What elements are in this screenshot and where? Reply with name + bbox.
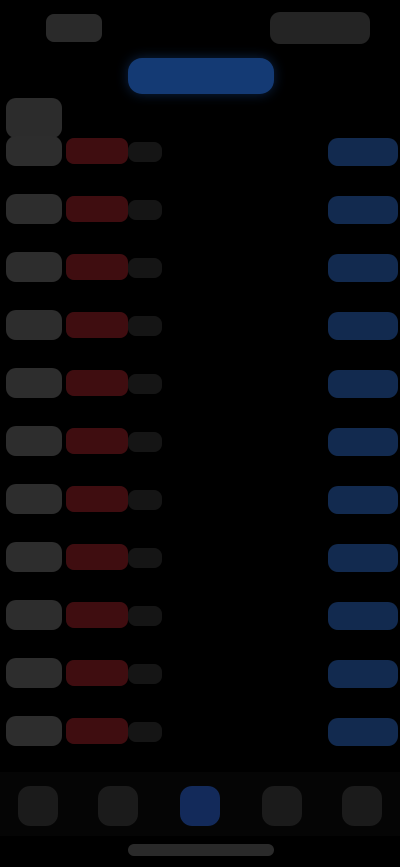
row-meta bbox=[128, 258, 162, 278]
tab-trade[interactable] bbox=[180, 786, 220, 826]
book-row[interactable] bbox=[0, 242, 400, 290]
sell-amount bbox=[66, 718, 128, 744]
buy-amount bbox=[328, 196, 398, 224]
row-label bbox=[6, 600, 62, 630]
buy-amount bbox=[328, 602, 398, 630]
row-label bbox=[6, 368, 62, 398]
book-row[interactable] bbox=[0, 416, 400, 464]
tab-profile[interactable] bbox=[342, 786, 382, 826]
row-meta bbox=[128, 548, 162, 568]
row-label bbox=[6, 658, 62, 688]
markets-icon bbox=[98, 786, 99, 787]
book-row[interactable] bbox=[0, 532, 400, 580]
tab-orders[interactable] bbox=[262, 786, 302, 826]
status-icons bbox=[270, 12, 370, 44]
row-meta bbox=[128, 722, 162, 742]
segment-label bbox=[128, 58, 129, 59]
row-label bbox=[6, 716, 62, 746]
status-time bbox=[46, 14, 102, 42]
book-row[interactable] bbox=[0, 706, 400, 754]
book-row[interactable] bbox=[0, 184, 400, 232]
buy-amount bbox=[328, 660, 398, 688]
sell-amount bbox=[66, 660, 128, 686]
book-row[interactable] bbox=[0, 648, 400, 696]
book-row[interactable] bbox=[0, 474, 400, 522]
sell-amount bbox=[66, 312, 128, 338]
status-bar bbox=[0, 0, 400, 56]
row-label bbox=[6, 252, 62, 282]
sell-amount bbox=[66, 544, 128, 570]
trade-icon bbox=[180, 786, 181, 787]
header bbox=[0, 56, 400, 100]
row-meta bbox=[128, 432, 162, 452]
book-row[interactable] bbox=[0, 358, 400, 406]
home-indicator[interactable] bbox=[128, 844, 274, 856]
home-icon bbox=[18, 786, 19, 787]
buy-amount bbox=[328, 370, 398, 398]
sell-amount bbox=[66, 254, 128, 280]
sell-amount bbox=[66, 486, 128, 512]
sell-amount bbox=[66, 602, 128, 628]
buy-amount bbox=[328, 138, 398, 166]
segment-toggle[interactable] bbox=[128, 58, 274, 94]
row-meta bbox=[128, 200, 162, 220]
book-row[interactable] bbox=[0, 300, 400, 348]
row-meta bbox=[128, 316, 162, 336]
row-meta bbox=[128, 374, 162, 394]
sell-amount bbox=[66, 196, 128, 222]
tab-bar bbox=[0, 772, 400, 836]
sell-amount bbox=[66, 138, 128, 164]
row-meta bbox=[128, 142, 162, 162]
buy-amount bbox=[328, 718, 398, 746]
tab-markets[interactable] bbox=[98, 786, 138, 826]
row-meta bbox=[128, 606, 162, 626]
buy-amount bbox=[328, 544, 398, 572]
row-meta bbox=[128, 490, 162, 510]
row-label bbox=[6, 484, 62, 514]
buy-amount bbox=[328, 428, 398, 456]
row-label bbox=[6, 426, 62, 456]
row-label bbox=[6, 542, 62, 572]
book-row[interactable] bbox=[0, 126, 400, 174]
book-row[interactable] bbox=[0, 590, 400, 638]
order-book bbox=[0, 96, 400, 782]
tab-home[interactable] bbox=[18, 786, 58, 826]
row-meta bbox=[128, 664, 162, 684]
row-label bbox=[6, 194, 62, 224]
buy-amount bbox=[328, 312, 398, 340]
sell-amount bbox=[66, 428, 128, 454]
sell-amount bbox=[66, 370, 128, 396]
row-label bbox=[6, 136, 62, 166]
profile-icon bbox=[342, 786, 343, 787]
buy-amount bbox=[328, 254, 398, 282]
orders-icon bbox=[262, 786, 263, 787]
row-label bbox=[6, 310, 62, 340]
buy-amount bbox=[328, 486, 398, 514]
